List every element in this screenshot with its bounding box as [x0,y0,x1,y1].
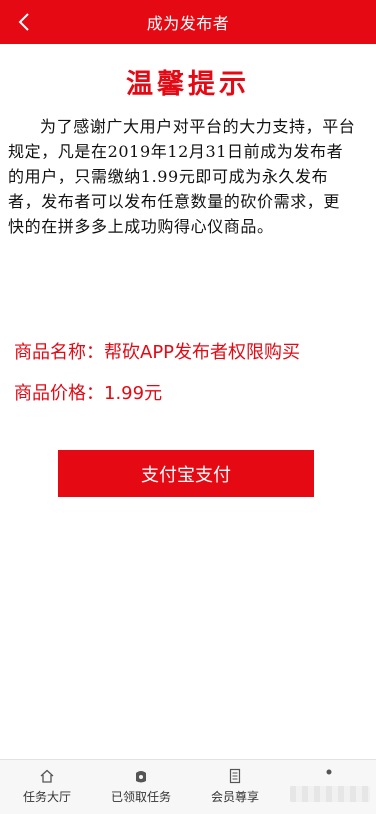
blurred-watermark [290,786,370,802]
tab-label: 已领取任务 [110,790,171,804]
notice-text: 为了感谢广大用户对平台的大力支持，平台规定，凡是在2019年12月31日前成为发… [8,117,356,236]
task-bag-icon [136,771,146,783]
tab-label: 任务大厅 [22,790,71,804]
document-icon [229,768,241,784]
tab-label: 会员尊享 [210,790,259,804]
product-name: 商品名称：帮砍APP发布者权限购买 [14,342,301,363]
page-title: 成为发布者 [146,14,230,33]
tab-claimed-tasks[interactable]: 已领取任务 [94,760,188,814]
back-chevron-icon [18,13,29,31]
home-icon [40,769,54,783]
notice-heading: 温馨提示 [126,69,250,100]
tab-member-benefits[interactable]: 会员尊享 [188,760,282,814]
tab-task-hall[interactable]: 任务大厅 [0,760,94,814]
product-price: 商品价格：1.99元 [14,383,163,404]
alipay-pay-button[interactable]: 支付宝支付 [58,450,314,497]
app-header: 成为发布者 [0,0,376,44]
profile-icon [326,769,332,775]
back-button[interactable] [8,6,40,38]
